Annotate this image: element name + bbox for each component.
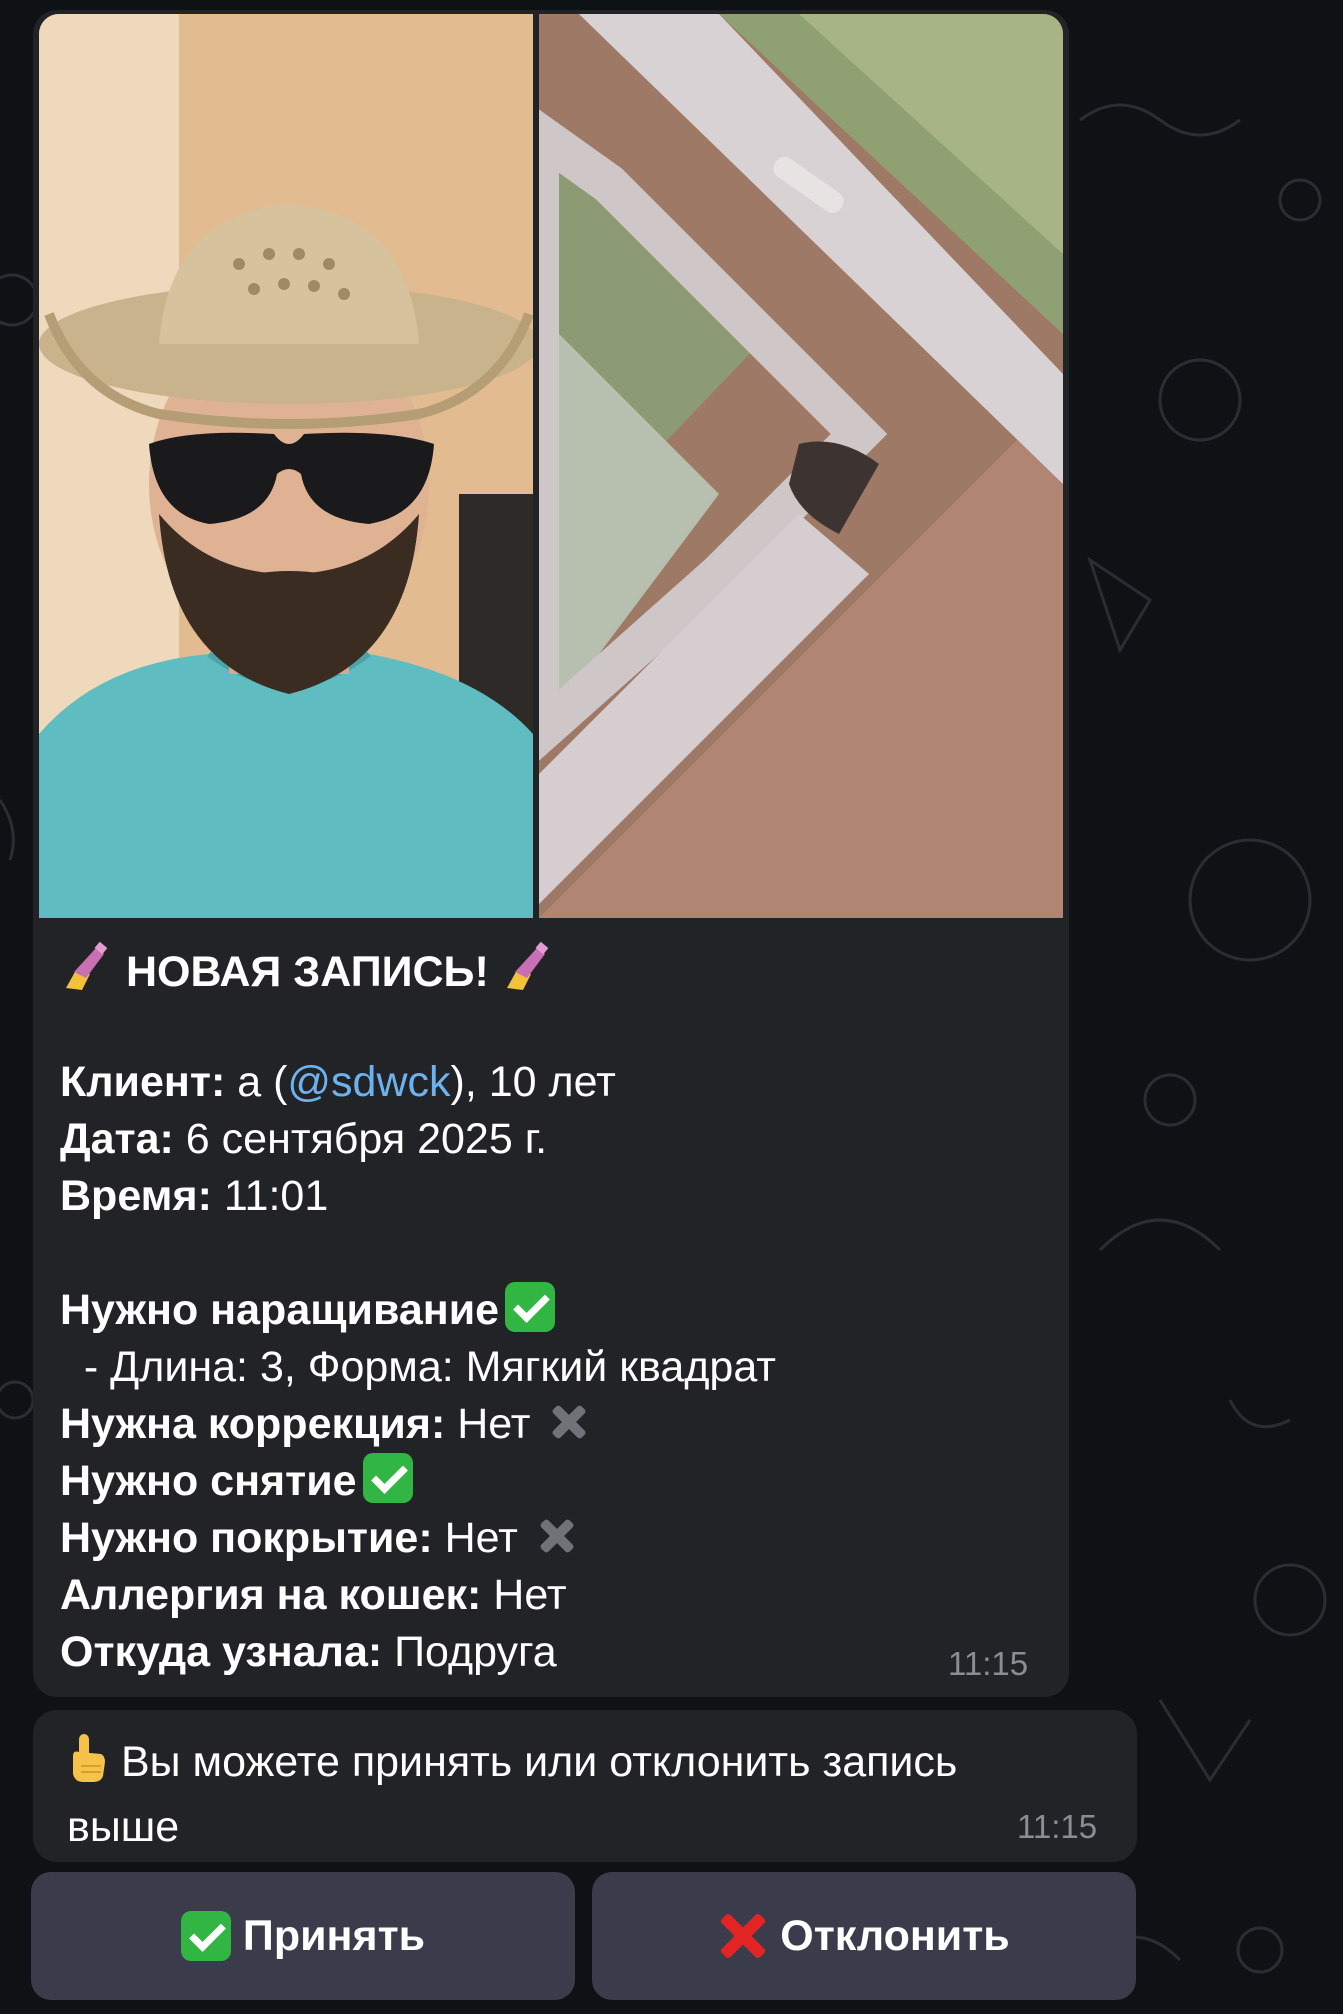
client-username-link[interactable]: @sdwck xyxy=(287,1058,450,1106)
window-photo[interactable] xyxy=(539,14,1063,918)
check-mark-icon xyxy=(505,1282,556,1332)
prompt-timestamp: 11:15 xyxy=(1017,1808,1098,1845)
removal-label: Нужно снятие xyxy=(60,1457,357,1505)
extension-line: Нужно наращивание xyxy=(60,1282,1050,1339)
extension-details: - Длина: 3, Форма: Мягкий квадрат xyxy=(60,1343,776,1391)
date-label: Дата: xyxy=(60,1115,174,1163)
correction-label: Нужна коррекция: xyxy=(60,1400,446,1448)
client-name: а ( xyxy=(225,1058,288,1106)
source-line: Откуда узнала: Подруга xyxy=(60,1624,1050,1681)
accept-button[interactable]: Принять xyxy=(31,1872,575,2000)
booking-message-bubble: НОВАЯ ЗАПИСЬ! Клиент: а (@sdwck), 10 лет… xyxy=(33,10,1069,1697)
message-timestamp: 11:15 xyxy=(948,1645,1029,1682)
source-value: Подруга xyxy=(382,1628,557,1676)
check-mark-icon xyxy=(362,1453,413,1503)
time-label: Время: xyxy=(60,1172,212,1220)
cross-mark-icon xyxy=(536,1516,576,1556)
nail-polish-icon xyxy=(60,940,114,1009)
cross-mark-icon xyxy=(718,1911,768,1961)
extension-label: Нужно наращивание xyxy=(60,1286,500,1334)
cross-mark-icon xyxy=(548,1402,588,1442)
source-label: Откуда узнала: xyxy=(60,1628,383,1676)
coating-value: Нет xyxy=(432,1514,518,1562)
correction-line: Нужна коррекция: Нет xyxy=(60,1396,1050,1453)
removal-line: Нужно снятие xyxy=(60,1453,1050,1510)
allergy-value: Нет xyxy=(481,1571,567,1619)
allergy-line: Аллергия на кошек: Нет xyxy=(60,1567,1050,1624)
reject-button[interactable]: Отклонить xyxy=(592,1872,1136,2000)
coating-label: Нужно покрытие: xyxy=(60,1514,433,1562)
coating-line: Нужно покрытие: Нет xyxy=(60,1510,1050,1567)
prompt-message-bubble: Вы можете принять или отклонить запись в… xyxy=(33,1710,1137,1862)
date-value: 6 сентября 2025 г. xyxy=(173,1115,548,1163)
booking-details: НОВАЯ ЗАПИСЬ! Клиент: а (@sdwck), 10 лет… xyxy=(60,940,1050,1681)
date-line: Дата: 6 сентября 2025 г. xyxy=(60,1111,1050,1168)
pointing-up-hand-icon xyxy=(67,1732,107,1799)
client-line: Клиент: а (@sdwck), 10 лет xyxy=(60,1054,1050,1111)
prompt-text-block: Вы можете принять или отклонить запись в… xyxy=(67,1732,1067,1856)
time-line: Время: 11:01 xyxy=(60,1168,1050,1225)
message-title: НОВАЯ ЗАПИСЬ! xyxy=(125,948,489,996)
nail-polish-icon xyxy=(501,940,555,1009)
check-mark-icon xyxy=(180,1911,231,1961)
reject-button-label: Отклонить xyxy=(780,1911,1010,1960)
allergy-label: Аллергия на кошек: xyxy=(60,1571,482,1619)
client-age: ), 10 лет xyxy=(450,1058,616,1106)
prompt-text: Вы можете принять или отклонить запись в… xyxy=(67,1738,958,1851)
accept-button-label: Принять xyxy=(242,1911,426,1960)
correction-value: Нет xyxy=(445,1400,531,1448)
client-label: Клиент: xyxy=(60,1058,226,1106)
client-photo[interactable] xyxy=(39,14,533,918)
title-line: НОВАЯ ЗАПИСЬ! xyxy=(60,940,1050,997)
time-value: 11:01 xyxy=(211,1172,329,1220)
